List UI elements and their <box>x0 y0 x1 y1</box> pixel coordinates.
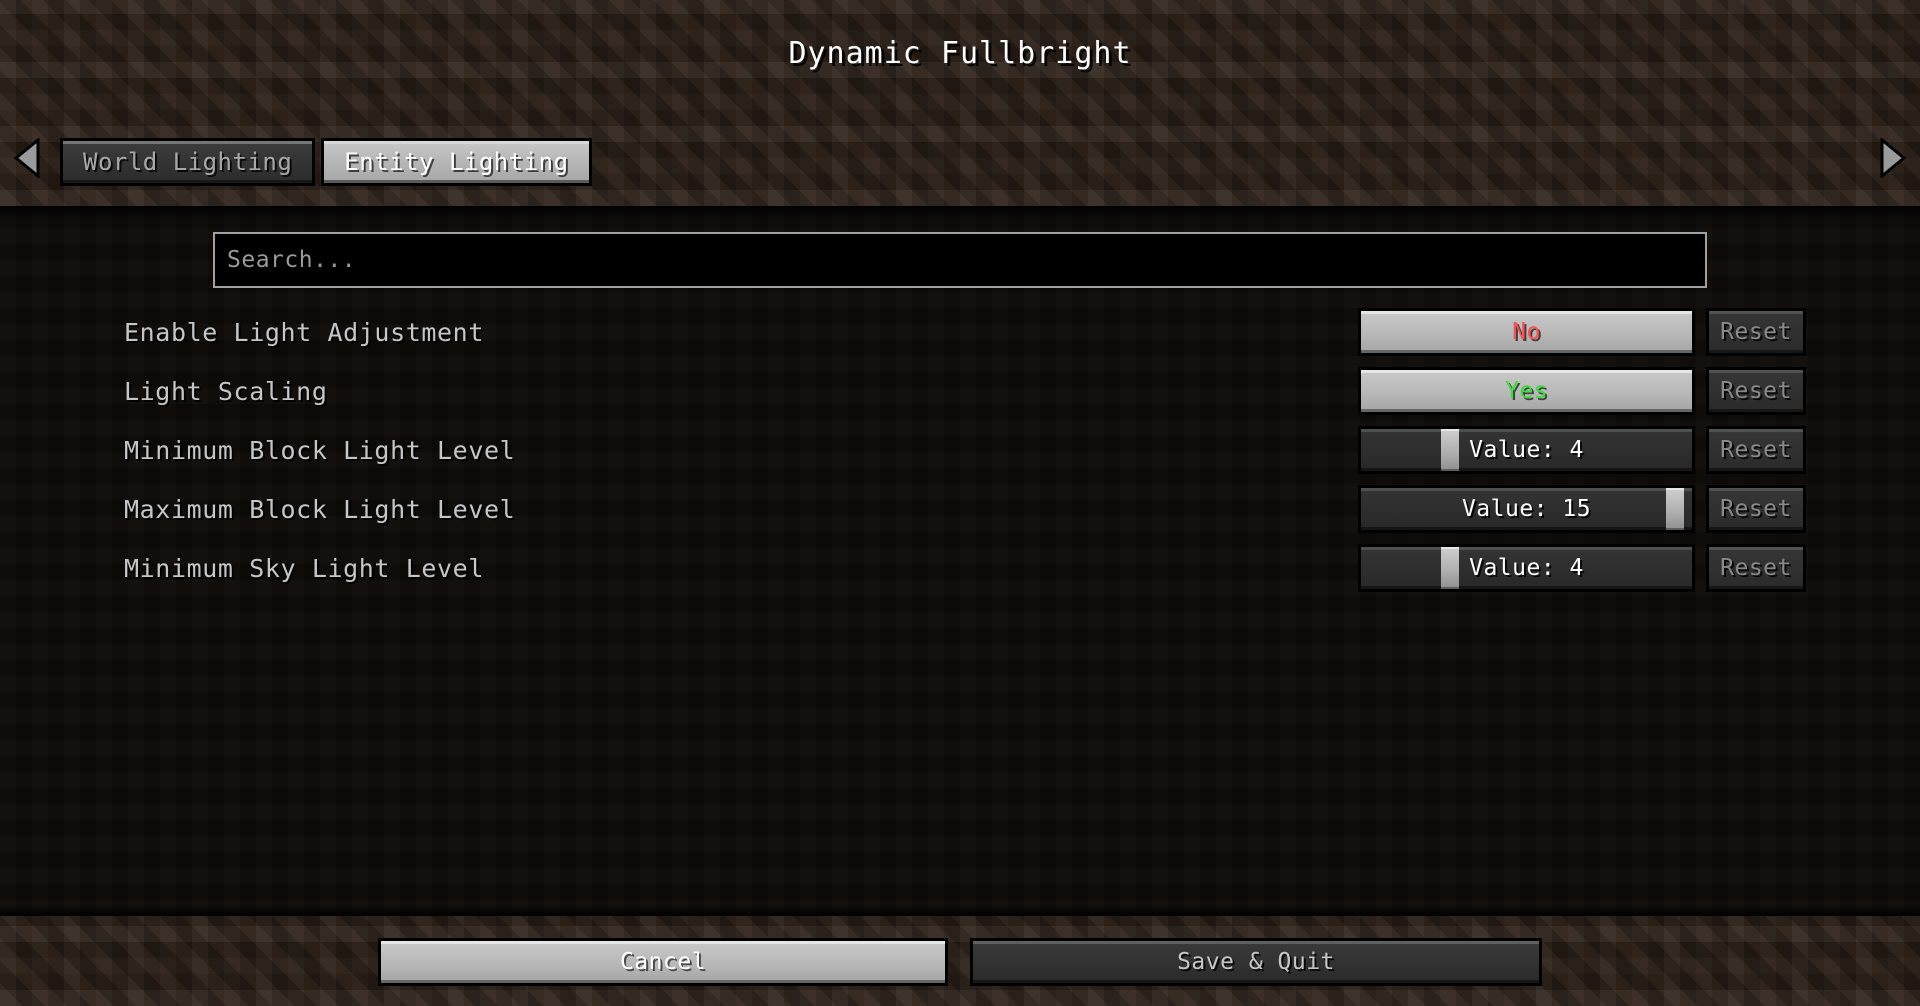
reset-button[interactable]: Reset <box>1706 426 1806 474</box>
reset-button-label: Reset <box>1720 496 1792 522</box>
slider-handle[interactable] <box>1666 488 1685 530</box>
save-and-quit-button-label: Save & Quit <box>1177 949 1335 975</box>
tab-world-lighting[interactable]: World Lighting <box>60 138 316 186</box>
toggle-button[interactable]: Yes <box>1358 367 1695 415</box>
slider-track[interactable]: Value: 4 <box>1358 544 1695 592</box>
slider-track[interactable]: Value: 15 <box>1358 485 1695 533</box>
save-and-quit-button-inner[interactable]: Save & Quit <box>970 938 1542 986</box>
slider-minimum-block-light-level[interactable]: Value: 4 <box>1358 426 1695 474</box>
tab-entity-lighting[interactable]: Entity Lighting <box>321 138 592 186</box>
reset-button[interactable]: Reset <box>1706 485 1806 533</box>
screen-footer: Cancel Save & Quit <box>0 916 1920 1006</box>
slider-handle[interactable] <box>1441 429 1460 471</box>
slider-track[interactable]: Value: 4 <box>1358 426 1695 474</box>
toggle-light-scaling[interactable]: Yes <box>1358 367 1695 415</box>
setting-row-enable-light-adjustment: Enable Light Adjustment No Reset <box>0 306 1920 358</box>
slider-maximum-block-light-level[interactable]: Value: 15 <box>1358 485 1695 533</box>
left-arrow-icon <box>14 138 40 178</box>
reset-button-label: Reset <box>1720 555 1792 581</box>
reset-button[interactable]: Reset <box>1706 308 1806 356</box>
cancel-button-inner[interactable]: Cancel <box>378 938 948 986</box>
reset-button[interactable]: Reset <box>1706 367 1806 415</box>
reset-button-label: Reset <box>1720 437 1792 463</box>
slider-minimum-sky-light-level[interactable]: Value: 4 <box>1358 544 1695 592</box>
save-and-quit-button[interactable]: Save & Quit <box>970 938 1542 986</box>
tab-entity-lighting-label: Entity Lighting <box>344 148 569 176</box>
screen-header: Dynamic Fullbright World Lighting Entity… <box>0 0 1920 206</box>
slider-handle[interactable] <box>1441 547 1460 589</box>
setting-row-light-scaling: Light Scaling Yes Reset <box>0 365 1920 417</box>
setting-label: Minimum Sky Light Level <box>124 553 484 583</box>
setting-row-maximum-block-light-level: Maximum Block Light Level Value: 15 Rese… <box>0 483 1920 535</box>
search-input[interactable] <box>213 232 1707 288</box>
slider-value-label: Value: 4 <box>1469 437 1584 463</box>
right-arrow-icon <box>1880 138 1906 178</box>
toggle-button[interactable]: No <box>1358 308 1695 356</box>
cancel-button-label: Cancel <box>619 949 707 975</box>
slider-value-label: Value: 4 <box>1469 555 1584 581</box>
reset-button-label: Reset <box>1720 319 1792 345</box>
reset-button-light-scaling[interactable]: Reset <box>1706 367 1806 415</box>
tab-prev-arrow-button[interactable] <box>0 130 54 186</box>
reset-button[interactable]: Reset <box>1706 544 1806 592</box>
search-field-wrapper <box>213 232 1707 288</box>
toggle-enable-light-adjustment[interactable]: No <box>1358 308 1695 356</box>
reset-button-label: Reset <box>1720 378 1792 404</box>
tab-next-arrow-button[interactable] <box>1866 130 1920 186</box>
setting-row-minimum-sky-light-level: Minimum Sky Light Level Value: 4 Reset <box>0 542 1920 594</box>
setting-label: Minimum Block Light Level <box>124 435 516 465</box>
toggle-value: No <box>1512 319 1541 345</box>
tab-bar: World Lighting Entity Lighting <box>0 126 1920 190</box>
settings-content-area: Enable Light Adjustment No Reset Light S… <box>0 206 1920 916</box>
setting-label: Light Scaling <box>124 376 328 406</box>
reset-button-minimum-sky-light-level[interactable]: Reset <box>1706 544 1806 592</box>
toggle-value: Yes <box>1504 378 1549 404</box>
reset-button-enable-light-adjustment[interactable]: Reset <box>1706 308 1806 356</box>
slider-value-label: Value: 15 <box>1461 496 1592 522</box>
setting-row-minimum-block-light-level: Minimum Block Light Level Value: 4 Reset <box>0 424 1920 476</box>
reset-button-minimum-block-light-level[interactable]: Reset <box>1706 426 1806 474</box>
tab-list: World Lighting Entity Lighting <box>54 130 1866 186</box>
setting-label: Maximum Block Light Level <box>124 494 516 524</box>
page-title: Dynamic Fullbright <box>788 36 1132 71</box>
reset-button-maximum-block-light-level[interactable]: Reset <box>1706 485 1806 533</box>
setting-label: Enable Light Adjustment <box>124 317 484 347</box>
tab-world-lighting-label: World Lighting <box>83 148 293 176</box>
cancel-button[interactable]: Cancel <box>378 938 948 986</box>
